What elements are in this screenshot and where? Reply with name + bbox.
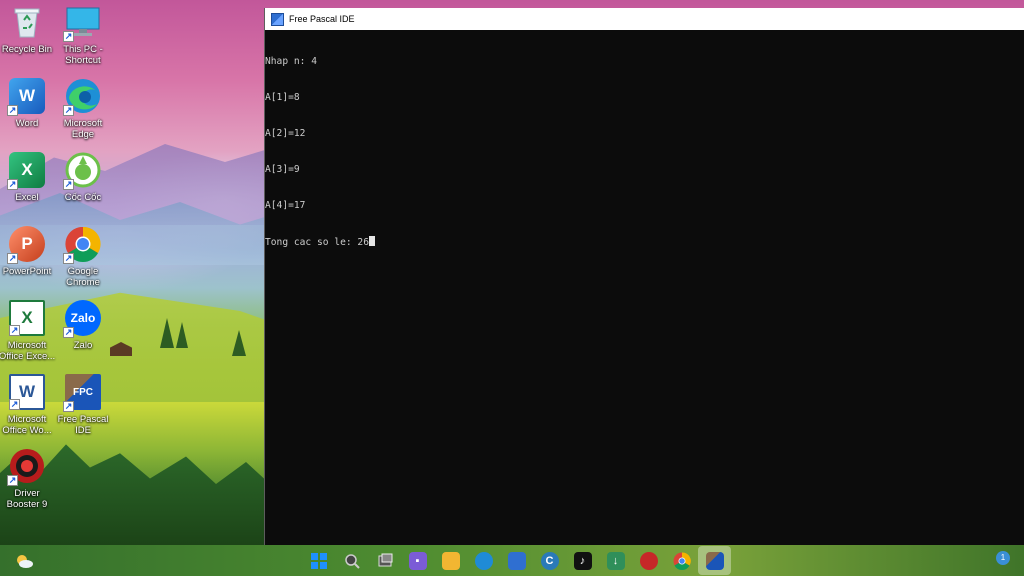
console-line: Tong cac so le: 26 xyxy=(265,237,369,248)
desktop-icon-office-excel[interactable]: X ↗ Microsoft Office Exce... xyxy=(0,300,57,370)
shortcut-arrow-icon: ↗ xyxy=(63,179,74,190)
desktop-icon-label: Driver Booster 9 xyxy=(6,488,48,510)
edge-icon xyxy=(474,551,493,570)
desktop-icon-label: Google Chrome xyxy=(66,266,100,288)
console-output[interactable]: Nhap n: 4 A[1]=8 A[2]=12 A[3]=9 A[4]=17 … xyxy=(265,30,1024,272)
shortcut-arrow-icon: ↗ xyxy=(63,401,74,412)
zalo-icon: Zalo ↗ xyxy=(63,300,101,338)
taskbar-driver-booster[interactable] xyxy=(632,546,665,575)
taskbar-free-pascal[interactable] xyxy=(698,546,731,575)
zalo-logo-text: Zalo xyxy=(70,311,96,325)
desktop-icon-excel[interactable]: X ↗ Excel xyxy=(0,152,57,222)
taskbar-apps: ▪ C ♪ ↓ xyxy=(302,545,731,576)
desktop-icon-label: Cốc Cốc xyxy=(64,192,102,203)
desktop-icon-driver-booster[interactable]: ↗ Driver Booster 9 xyxy=(0,448,57,518)
desktop-icon-free-pascal[interactable]: FPC ↗ Free Pascal IDE xyxy=(53,374,113,444)
shortcut-arrow-icon: ↗ xyxy=(7,475,18,486)
window-titlebar[interactable]: Free Pascal IDE xyxy=(265,8,1024,30)
search-icon xyxy=(344,553,360,569)
task-view-icon xyxy=(378,553,392,566)
taskbar-chrome[interactable] xyxy=(665,546,698,575)
office-excel-icon: X ↗ xyxy=(9,300,45,336)
desktop-icon-word[interactable]: W ↗ Word xyxy=(0,78,57,148)
notification-badge[interactable]: 1 xyxy=(996,551,1010,565)
shortcut-arrow-icon: ↗ xyxy=(63,327,74,338)
desktop-icon-recycle-bin[interactable]: Recycle Bin xyxy=(0,4,57,74)
coccoc-icon: ↗ xyxy=(63,152,101,190)
shortcut-arrow-icon: ↗ xyxy=(7,179,18,190)
driver-booster-icon: ↗ xyxy=(7,448,45,486)
driver-booster-icon xyxy=(639,551,658,570)
shortcut-arrow-icon: ↗ xyxy=(63,105,74,116)
taskbar: ▪ C ♪ ↓ xyxy=(0,545,1024,576)
console-line-with-cursor: Tong cac so le: 26 xyxy=(265,236,1024,248)
desktop-icon-coccoc[interactable]: ↗ Cốc Cốc xyxy=(53,152,113,222)
desktop-icon-chrome[interactable]: ↗ Google Chrome xyxy=(53,226,113,296)
shortcut-arrow-icon: ↗ xyxy=(63,31,74,42)
console-line: A[3]=9 xyxy=(265,164,300,175)
shortcut-arrow-icon: ↗ xyxy=(7,253,18,264)
chat-icon: ▪ xyxy=(408,551,427,570)
tiktok-icon: ♪ xyxy=(573,551,592,570)
file-explorer-icon xyxy=(441,551,460,570)
free-pascal-icon xyxy=(705,551,724,570)
taskbar-chat-button[interactable]: ▪ xyxy=(401,546,434,575)
shortcut-arrow-icon: ↗ xyxy=(7,105,18,116)
fpc-logo-text: FPC xyxy=(73,386,93,398)
edge-icon: ↗ xyxy=(63,78,101,116)
desktop-icon-label: Microsoft Edge xyxy=(63,118,103,140)
monitor-icon: ↗ xyxy=(63,4,101,42)
store-icon xyxy=(507,551,526,570)
task-view-button[interactable] xyxy=(368,546,401,575)
text-cursor xyxy=(368,236,375,246)
start-icon xyxy=(310,552,327,569)
weather-icon[interactable] xyxy=(14,551,34,571)
taskbar-store[interactable] xyxy=(500,546,533,575)
taskbar-search-button[interactable] xyxy=(335,546,368,575)
shortcut-arrow-icon: ↗ xyxy=(9,325,20,336)
office-word-icon: W ↗ xyxy=(9,374,45,410)
taskbar-edge[interactable] xyxy=(467,546,500,575)
free-pascal-icon xyxy=(271,12,284,26)
free-pascal-output-window[interactable]: Free Pascal IDE Nhap n: 4 A[1]=8 A[2]=12… xyxy=(264,8,1024,545)
chrome-icon: ↗ xyxy=(63,226,101,264)
word-icon: W ↗ xyxy=(7,78,45,116)
recycle-bin-icon xyxy=(9,4,45,40)
taskbar-file-explorer[interactable] xyxy=(434,546,467,575)
excel-icon: X ↗ xyxy=(7,152,45,190)
desktop-icon-label: Free Pascal IDE xyxy=(57,414,109,436)
shortcut-arrow-icon: ↗ xyxy=(63,253,74,264)
console-line: Nhap n: 4 xyxy=(265,56,317,67)
powerpoint-icon: P ↗ xyxy=(7,226,45,264)
desktop-icon-office-word[interactable]: W ↗ Microsoft Office Wo... xyxy=(0,374,57,444)
console-line: A[1]=8 xyxy=(265,92,300,103)
taskbar-download[interactable]: ↓ xyxy=(599,546,632,575)
taskbar-tiktok[interactable]: ♪ xyxy=(566,546,599,575)
coccoc-c-icon: C xyxy=(540,551,559,570)
console-line: A[4]=17 xyxy=(265,200,306,211)
taskbar-coccoc[interactable]: C xyxy=(533,546,566,575)
desktop-icon-label: This PC - Shortcut xyxy=(63,44,103,66)
shortcut-arrow-icon: ↗ xyxy=(9,399,20,410)
desktop-icon-powerpoint[interactable]: P ↗ PowerPoint xyxy=(0,226,57,296)
desktop-icon-label: Zalo xyxy=(73,340,93,351)
desktop-icon-edge[interactable]: ↗ Microsoft Edge xyxy=(53,78,113,148)
console-line: A[2]=12 xyxy=(265,128,306,139)
window-title: Free Pascal IDE xyxy=(289,14,355,24)
desktop-icon-zalo[interactable]: Zalo ↗ Zalo xyxy=(53,300,113,370)
desktop-icon-this-pc[interactable]: ↗ This PC - Shortcut xyxy=(53,4,113,74)
download-icon: ↓ xyxy=(606,551,625,570)
free-pascal-icon: FPC ↗ xyxy=(63,374,101,412)
start-button[interactable] xyxy=(302,546,335,575)
chrome-icon xyxy=(673,551,691,570)
